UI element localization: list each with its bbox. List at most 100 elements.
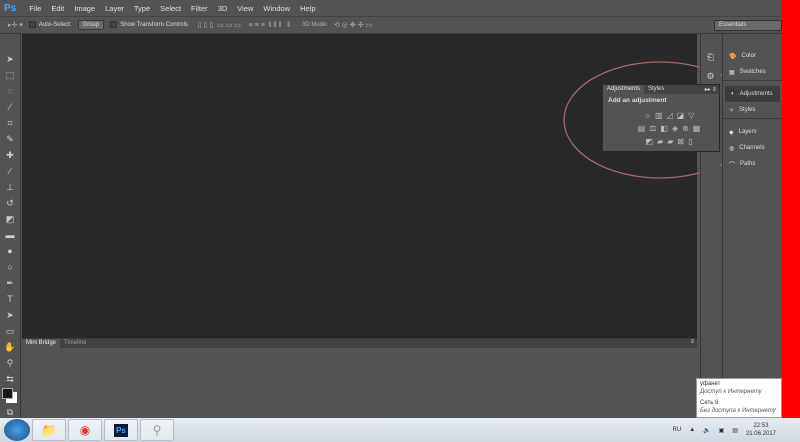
healing-tool-icon[interactable]: ✚	[6, 148, 14, 163]
panel-adjustments[interactable]: ◐ Adjustments	[725, 86, 780, 102]
brush-tool-icon[interactable]: ∕	[9, 164, 11, 179]
3d-mode-label: 3D Mode:	[301, 22, 328, 28]
eyedropper-tool-icon[interactable]: ✎	[6, 132, 14, 147]
show-hidden-icons[interactable]: ▲	[689, 427, 695, 433]
vibrance-icon[interactable]: ▽	[688, 111, 694, 120]
align-icons[interactable]: ▯ ▯ ▯ ▭ ▭ ▭ ≡ ≡ ≡ ‖ ‖ ‖ ‖	[194, 21, 290, 29]
lasso-tool-icon[interactable]: ◌	[7, 84, 12, 99]
menu-type[interactable]: Type	[129, 4, 155, 13]
right-panel-dock: 🎨 Color ▦ Swatches ◐ Adjustments ✧ Styles ◆ L…	[722, 34, 782, 418]
hue-saturation-icon[interactable]: ▤	[638, 124, 646, 133]
start-button[interactable]	[4, 419, 30, 441]
language-indicator[interactable]: RU	[673, 427, 682, 433]
zoom-tool-icon[interactable]: ⚲	[7, 356, 14, 371]
shape-tool-icon[interactable]: ▭	[6, 324, 15, 339]
tab-timeline[interactable]: Timeline	[60, 339, 90, 348]
search-taskbar-icon[interactable]: ⚲	[140, 419, 174, 441]
history-brush-icon[interactable]: ↺	[6, 196, 14, 211]
taskbar: 📁 ◉ Ps ⚲ RU ▲ 🔈 ▣ ▤ 22:53 21.06.2017	[0, 418, 800, 442]
tab-mini-bridge[interactable]: Mini Bridge	[22, 339, 61, 348]
posterize-icon[interactable]: ▰	[657, 137, 663, 146]
show-transform-label: Show Transform Controls	[120, 22, 188, 29]
panel-label: Paths	[740, 161, 756, 167]
3d-mode-icons[interactable]: ⟲ ◎ ✥ ✣ ▭	[334, 21, 372, 29]
panel-color[interactable]: 🎨 Color	[723, 48, 782, 64]
panel-label: Swatches	[739, 69, 766, 75]
menu-3d[interactable]: 3D	[213, 4, 233, 13]
layers-icon: ◆	[729, 129, 734, 136]
show-transform-checkbox[interactable]: Show Transform Controls	[110, 21, 188, 29]
history-panel-icon[interactable]: ⎗	[701, 50, 720, 65]
swap-colors-icon[interactable]: ⇆	[6, 372, 14, 387]
tools-panel: ➤ ⬚ ◌ ⁄ ⌗ ✎ ✚ ∕ ⊥ ↺ ◩ ▬ ● ○ ✒ T ➤ ▭ ✋ ⚲ …	[0, 34, 21, 418]
properties-panel-icon[interactable]: ⚙	[701, 69, 720, 84]
exposure-icon[interactable]: ◪	[677, 111, 685, 120]
color-lookup-icon[interactable]: ▦	[693, 124, 701, 133]
menu-filter[interactable]: Filter	[186, 4, 213, 13]
styles-icon: ✧	[729, 107, 735, 114]
panel-menu-icon[interactable]: ≡	[690, 339, 697, 348]
hand-tool-icon[interactable]: ✋	[4, 340, 15, 355]
menu-file[interactable]: File	[24, 4, 46, 13]
tab-styles[interactable]: Styles	[644, 85, 668, 94]
auto-select-checkbox[interactable]: Auto-Select:	[28, 21, 72, 29]
panel-layers[interactable]: ◆ Layers	[723, 124, 782, 140]
channel-mixer-icon[interactable]: ⊛	[682, 124, 689, 133]
clock[interactable]: 22:53 21.06.2017	[746, 422, 776, 438]
network-name: уфанет	[700, 381, 721, 387]
swatches-icon: ▦	[729, 69, 735, 76]
menu-image[interactable]: Image	[69, 4, 100, 13]
panel-menu-icon[interactable]: ▸▸ ≡	[705, 86, 719, 93]
pen-tool-icon[interactable]: ✒	[6, 276, 14, 291]
panel-label: Channels	[739, 145, 765, 151]
auto-select-dropdown[interactable]: Group	[77, 20, 105, 30]
black-white-icon[interactable]: ◧	[660, 124, 668, 133]
menu-view[interactable]: View	[232, 4, 258, 13]
brightness-icon[interactable]: ☼	[644, 111, 651, 120]
menu-select[interactable]: Select	[155, 4, 186, 13]
volume-icon[interactable]: 🔈	[703, 427, 710, 434]
eraser-tool-icon[interactable]: ◩	[6, 212, 15, 227]
tab-adjustments[interactable]: Adjustments	[603, 85, 645, 94]
panel-label: Styles	[739, 107, 756, 113]
clock-date: 21.06.2017	[745, 431, 776, 437]
invert-icon[interactable]: ◩	[646, 137, 654, 146]
workspace-dropdown[interactable]: Essentials	[714, 20, 782, 31]
levels-icon[interactable]: ▥	[655, 111, 663, 120]
gradient-tool-icon[interactable]: ▬	[6, 228, 15, 243]
photoshop-taskbar-icon[interactable]: Ps	[104, 419, 138, 441]
marquee-tool-icon[interactable]: ⬚	[6, 68, 15, 83]
move-tool-preset-icon[interactable]: ▸✛ ▾	[8, 21, 23, 29]
stamp-tool-icon[interactable]: ⊥	[6, 180, 14, 195]
chrome-taskbar-icon[interactable]: ◉	[68, 419, 102, 441]
menu-window[interactable]: Window	[258, 4, 295, 13]
menu-bar: Ps File Edit Image Layer Type Select Fil…	[0, 0, 782, 16]
curves-icon[interactable]: ◿	[667, 111, 673, 120]
menu-layer[interactable]: Layer	[100, 4, 129, 13]
panel-styles[interactable]: ✧ Styles	[723, 102, 782, 118]
action-center-icon[interactable]: ▤	[732, 427, 738, 434]
red-edge-strip	[782, 0, 800, 418]
blur-tool-icon[interactable]: ●	[7, 244, 12, 259]
menu-edit[interactable]: Edit	[46, 4, 69, 13]
gradient-map-icon[interactable]: ▯	[688, 137, 692, 146]
panel-paths[interactable]: ⌒ Paths	[723, 156, 782, 172]
photo-filter-icon[interactable]: ◈	[672, 124, 678, 133]
move-tool-icon[interactable]: ➤	[6, 52, 14, 67]
selective-color-icon[interactable]: ⊠	[677, 137, 684, 146]
color-balance-icon[interactable]: ⚖	[649, 124, 656, 133]
network-status: Без доступа к Интернету	[700, 407, 776, 414]
adjustments-icon: ◐	[731, 91, 735, 97]
explorer-taskbar-icon[interactable]: 📁	[32, 419, 66, 441]
color-icon: 🎨	[729, 53, 737, 60]
panel-swatches[interactable]: ▦ Swatches	[723, 64, 782, 80]
network-icon[interactable]: ▣	[719, 427, 725, 434]
quick-select-tool-icon[interactable]: ⁄	[9, 100, 11, 115]
type-tool-icon[interactable]: T	[7, 292, 13, 307]
threshold-icon[interactable]: ▰	[667, 137, 673, 146]
menu-help[interactable]: Help	[295, 4, 320, 13]
dodge-tool-icon[interactable]: ○	[7, 260, 12, 275]
panel-channels[interactable]: ◍ Channels	[723, 140, 782, 156]
crop-tool-icon[interactable]: ⌗	[7, 116, 12, 131]
path-select-tool-icon[interactable]: ➤	[6, 308, 14, 323]
